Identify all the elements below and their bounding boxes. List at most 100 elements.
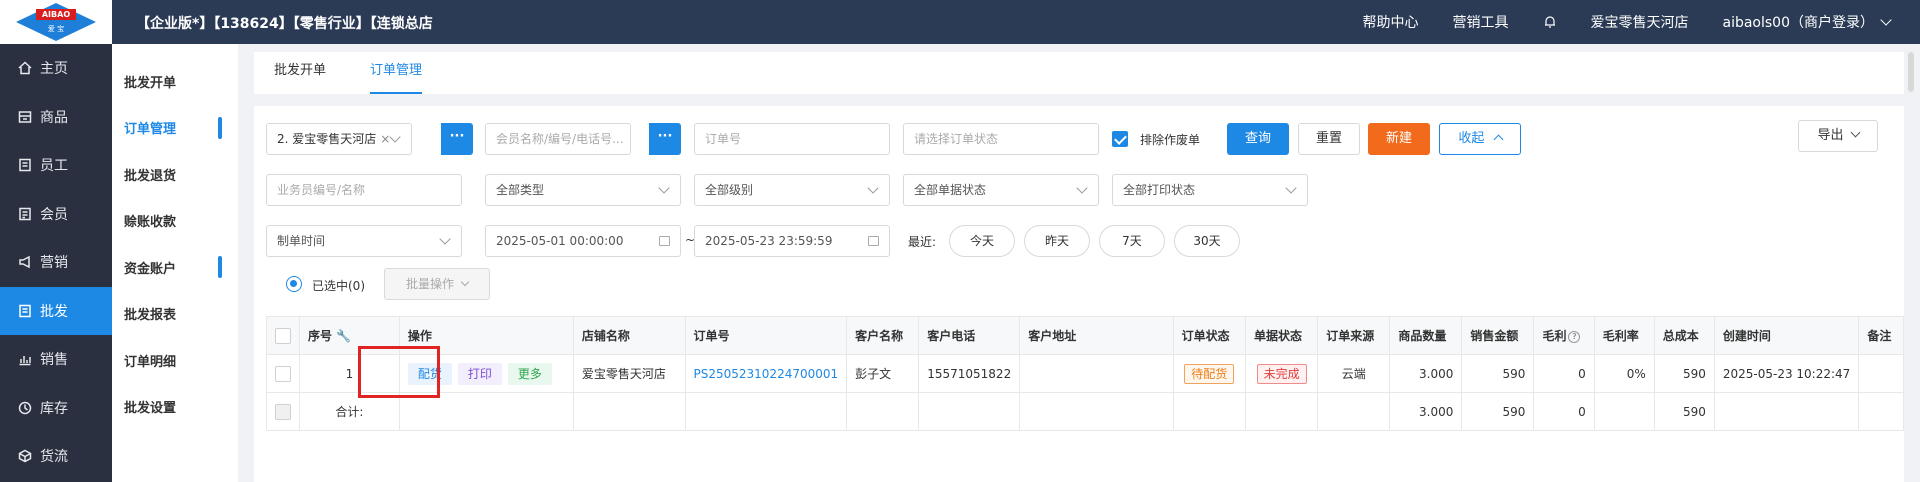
quick-30days-button[interactable]: 30天 — [1174, 225, 1240, 257]
filter-panel: 2. 爱宝零售天河店 × ··· 会员名称/编号/电话号... ··· 订单号 请… — [254, 106, 1904, 482]
quick-yesterday-button[interactable]: 昨天 — [1024, 225, 1090, 257]
end-time-input[interactable]: 2025-05-23 23:59:59 — [694, 225, 890, 257]
sidebar-item-inventory[interactable]: 库存 — [0, 384, 112, 433]
start-time-input[interactable]: 2025-05-01 00:00:00 — [485, 225, 681, 257]
total-empty — [1593, 392, 1655, 431]
row-qty: 3.000 — [1389, 354, 1463, 393]
sidebar-item-label: 主页 — [40, 61, 68, 78]
sub-navigation: 批发开单 订单管理 批发退货 赊账收款 资金账户 批发报表 订单明细 批发设置 — [112, 44, 238, 482]
table-row[interactable]: 1 配货 打印 更多 爱宝零售天河店 PS25052310224700001 彭子文… — [266, 354, 1904, 393]
selected-radio[interactable] — [286, 276, 302, 292]
total-empty — [1713, 392, 1860, 431]
header-source: 订单来源 — [1317, 316, 1391, 355]
subnav-fund-account[interactable]: 资金账户 — [112, 244, 238, 291]
help-center-link[interactable]: 帮助中心 — [1363, 12, 1419, 32]
sidebar-item-marketing[interactable]: 营销 — [0, 238, 112, 287]
calendar-icon — [659, 236, 670, 246]
batch-operation-button[interactable]: 批量操作 — [384, 268, 490, 300]
total-amount: 590 — [1461, 392, 1535, 431]
row-checkbox[interactable] — [275, 365, 291, 382]
store-select[interactable]: 2. 爱宝零售天河店 × — [266, 123, 412, 155]
sidebar-item-staff[interactable]: 员工 — [0, 141, 112, 190]
header-amount: 销售金额 — [1461, 316, 1535, 355]
sidebar-item-member[interactable]: 会员 — [0, 190, 112, 239]
subnav-wholesale-settings[interactable]: 批发设置 — [112, 384, 238, 431]
marketing-tools-link[interactable]: 营销工具 — [1453, 12, 1509, 32]
row-profit: 0 — [1533, 354, 1595, 393]
type-select[interactable]: 全部类型 — [485, 174, 681, 206]
print-status-select[interactable]: 全部打印状态 — [1112, 174, 1308, 206]
selected-count: 已选中(0) — [312, 279, 365, 293]
megaphone-icon — [19, 256, 30, 269]
more-button[interactable]: 更多 — [507, 362, 552, 385]
total-empty — [1172, 392, 1246, 431]
close-icon[interactable]: × — [380, 132, 390, 146]
sidebar-item-label: 商品 — [40, 109, 68, 126]
header-order-no: 订单号 — [684, 316, 848, 355]
bell-icon[interactable] — [1543, 15, 1557, 29]
order-status-select[interactable]: 请选择订单状态 — [903, 123, 1099, 155]
quick-7days-button[interactable]: 7天 — [1099, 225, 1165, 257]
order-no-link[interactable]: PS25052310224700001 — [684, 354, 848, 393]
subnav-credit-collection[interactable]: 赊账收款 — [112, 198, 238, 245]
edition-title: 【企业版*】【138624】【零售行业】【连锁总店 — [136, 16, 433, 32]
flow-icon — [18, 449, 32, 463]
chevron-up-icon — [1493, 134, 1504, 145]
new-button[interactable]: 新建 — [1368, 123, 1430, 155]
store-picker-button[interactable]: ··· — [441, 123, 473, 155]
query-button[interactable]: 查询 — [1227, 123, 1289, 155]
subnav-wholesale-return[interactable]: 批发退货 — [112, 151, 238, 198]
logo[interactable]: AIBAO 爱 宝 — [0, 0, 112, 44]
time-type-select[interactable]: 制单时间 — [266, 225, 462, 257]
sidebar-item-flow[interactable]: 货流 — [0, 432, 112, 481]
total-empty — [1244, 392, 1319, 431]
tab-order-management[interactable]: 订单管理 — [370, 52, 423, 94]
total-label: 合计: — [299, 392, 400, 431]
order-no-input[interactable]: 订单号 — [694, 123, 890, 155]
export-button[interactable]: 导出 — [1798, 120, 1878, 152]
home-icon — [18, 61, 32, 75]
total-empty — [1019, 392, 1174, 431]
doc-status-select[interactable]: 全部单据状态 — [903, 174, 1099, 206]
header-doc-status: 单据状态 — [1244, 316, 1319, 355]
member-picker-button[interactable]: ··· — [649, 123, 681, 155]
sidebar-item-sales[interactable]: 销售 — [0, 335, 112, 384]
select-all-checkbox[interactable] — [275, 327, 291, 344]
user-name: aibaols00（商户登录） — [1722, 15, 1875, 31]
batch-label: 批量操作 — [405, 277, 454, 291]
sidebar-item-wholesale[interactable]: 批发 — [0, 286, 112, 335]
reset-button[interactable]: 重置 — [1298, 123, 1360, 155]
total-checkbox — [275, 403, 291, 420]
inventory-icon — [18, 401, 32, 414]
level-select[interactable]: 全部级别 — [694, 174, 890, 206]
active-marker — [218, 256, 222, 278]
wrench-icon[interactable]: 🔧 — [336, 329, 351, 343]
quick-today-button[interactable]: 今天 — [949, 225, 1015, 257]
member-search-input[interactable]: 会员名称/编号/电话号... — [485, 123, 631, 155]
row-amount: 590 — [1461, 354, 1535, 393]
sidebar-item-home[interactable]: 主页 — [0, 44, 112, 93]
tab-wholesale-order[interactable]: 批发开单 — [274, 52, 326, 94]
current-store[interactable]: 爱宝零售天河店 — [1591, 12, 1689, 32]
header-order-status: 订单状态 — [1172, 316, 1246, 355]
help-icon[interactable]: ? — [1568, 330, 1581, 343]
order-status-badge: 待配货 — [1184, 363, 1235, 384]
subnav-order-management[interactable]: 订单管理 — [112, 105, 238, 152]
salesman-input[interactable]: 业务员编号/名称 — [266, 174, 462, 206]
row-cost: 590 — [1653, 354, 1715, 393]
sidebar-item-label: 销售 — [40, 352, 68, 369]
collapse-button[interactable]: 收起 — [1439, 123, 1521, 155]
sidebar-item-label: 货流 — [40, 449, 68, 466]
subnav-wholesale-report[interactable]: 批发报表 — [112, 291, 238, 338]
user-menu[interactable]: aibaols00（商户登录） — [1722, 12, 1892, 32]
subnav-order-detail[interactable]: 订单明细 — [112, 337, 238, 384]
total-empty — [1858, 392, 1904, 431]
sidebar-item-goods[interactable]: 商品 — [0, 93, 112, 142]
exclude-void-checkbox[interactable] — [1112, 131, 1128, 147]
subnav-wholesale-order[interactable]: 批发开单 — [112, 58, 238, 105]
scrollbar[interactable] — [1908, 52, 1914, 92]
header-profit: 毛利? — [1533, 316, 1595, 355]
print-button[interactable]: 打印 — [457, 362, 502, 385]
row-store: 爱宝零售天河店 — [572, 354, 686, 393]
sidebar-item-label: 批发 — [40, 303, 68, 320]
